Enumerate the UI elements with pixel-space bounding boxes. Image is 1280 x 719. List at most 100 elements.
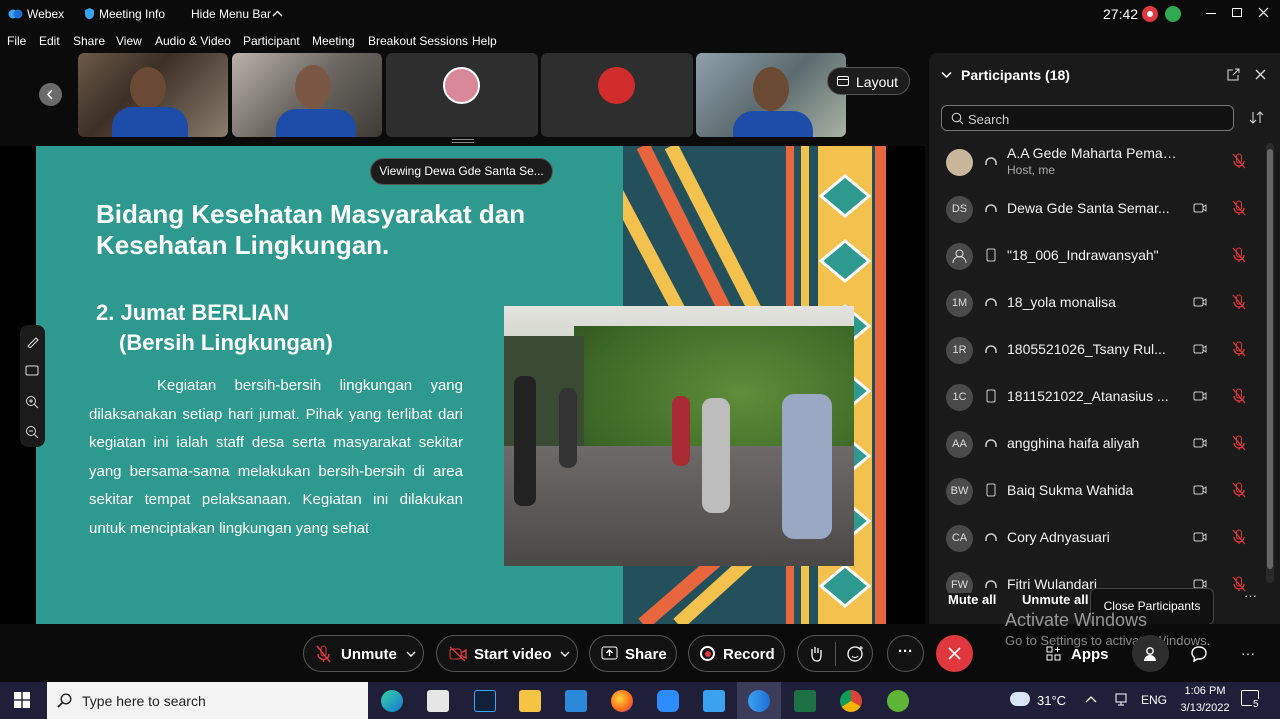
- mic-muted-icon[interactable]: [1232, 482, 1246, 498]
- menu-view[interactable]: View: [116, 34, 142, 48]
- participant-row[interactable]: 1C 1811521022_Atanasius ...: [929, 373, 1265, 420]
- webex-icon[interactable]: [748, 690, 770, 712]
- mic-muted-icon[interactable]: [1232, 247, 1246, 263]
- participant-row[interactable]: A.A Gede Maharta Pemayun Host, me: [929, 138, 1265, 185]
- excel-icon[interactable]: [794, 690, 816, 712]
- participant-search-input[interactable]: Search: [941, 105, 1234, 131]
- participant-row[interactable]: 1R 1805521026_Tsany Rul...: [929, 326, 1265, 373]
- screen-icon[interactable]: [25, 365, 39, 377]
- webex-meetings-icon[interactable]: [703, 690, 725, 712]
- more-options-icon[interactable]: ···: [1244, 588, 1257, 603]
- video-tile[interactable]: [386, 53, 538, 137]
- scrollbar[interactable]: [1266, 143, 1274, 583]
- layout-button[interactable]: Layout: [827, 67, 910, 95]
- close-window-icon[interactable]: [1258, 7, 1269, 18]
- menu-breakout-sessions[interactable]: Breakout Sessions: [368, 34, 468, 48]
- chevron-down-icon[interactable]: [941, 71, 952, 79]
- mic-muted-icon[interactable]: [1232, 435, 1246, 451]
- video-camera-icon[interactable]: [1193, 202, 1207, 214]
- raise-hand-icon[interactable]: [809, 645, 823, 663]
- participant-name: 1805521026_Tsany Rul...: [1007, 341, 1166, 357]
- network-icon[interactable]: [1114, 692, 1128, 706]
- mute-all-button[interactable]: Mute all: [948, 592, 996, 607]
- mic-muted-icon[interactable]: [1232, 341, 1246, 357]
- participant-name: Cory Adnyasuari: [1007, 529, 1110, 545]
- video-tile[interactable]: [541, 53, 693, 137]
- chevron-down-icon[interactable]: [406, 651, 416, 658]
- file-explorer-icon[interactable]: [519, 690, 541, 712]
- mic-muted-icon[interactable]: [1232, 294, 1246, 310]
- record-button[interactable]: Record: [688, 635, 785, 672]
- restore-icon[interactable]: [1232, 8, 1242, 17]
- participant-row[interactable]: "18_006_Indrawansyah": [929, 232, 1265, 279]
- mic-muted-icon[interactable]: [1232, 388, 1246, 404]
- unmute-button[interactable]: Unmute: [303, 635, 424, 672]
- mail-icon[interactable]: [565, 690, 587, 712]
- scroll-left-button[interactable]: [39, 83, 62, 106]
- pop-out-icon[interactable]: [1227, 68, 1240, 81]
- windows-start-icon[interactable]: [14, 692, 30, 708]
- video-camera-icon[interactable]: [1193, 343, 1207, 355]
- language-indicator[interactable]: ENG: [1141, 693, 1167, 707]
- zoom-in-icon[interactable]: [25, 395, 39, 409]
- photoshop-icon[interactable]: [474, 690, 496, 712]
- more-icon[interactable]: ···: [1241, 645, 1255, 661]
- participant-row[interactable]: BW Baiq Sukma Wahida: [929, 467, 1265, 514]
- video-camera-icon[interactable]: [1193, 437, 1207, 449]
- mic-muted-icon[interactable]: [1232, 529, 1246, 545]
- sort-icon[interactable]: [1249, 110, 1264, 125]
- more-options-button[interactable]: ···: [887, 635, 924, 672]
- chrome-icon[interactable]: [840, 690, 862, 712]
- chevron-up-icon[interactable]: [272, 10, 283, 17]
- mic-muted-icon[interactable]: [1232, 200, 1246, 216]
- menu-meeting[interactable]: Meeting: [312, 34, 355, 48]
- participant-row[interactable]: CA Cory Adnyasuari: [929, 514, 1265, 561]
- zoom-out-icon[interactable]: [25, 425, 39, 439]
- chat-icon[interactable]: [1190, 645, 1208, 663]
- pen-icon[interactable]: [26, 335, 39, 348]
- store-icon[interactable]: [427, 690, 449, 712]
- taskbar-time[interactable]: 1:06 PM: [1180, 685, 1230, 697]
- participant-row[interactable]: 1M 18_yola monalisa: [929, 279, 1265, 326]
- chevron-down-icon[interactable]: [560, 651, 570, 658]
- video-off-icon: [449, 646, 467, 662]
- app-icon[interactable]: [887, 690, 909, 712]
- video-tile[interactable]: [78, 53, 228, 137]
- participant-row[interactable]: AA angghina haifa aliyah: [929, 420, 1265, 467]
- video-camera-icon[interactable]: [1193, 484, 1207, 496]
- meeting-info-button[interactable]: Meeting Info: [99, 7, 165, 21]
- menu-participant[interactable]: Participant: [243, 34, 300, 48]
- video-camera-icon[interactable]: [1193, 296, 1207, 308]
- unmute-all-button[interactable]: Unmute all: [1022, 592, 1088, 607]
- video-tile[interactable]: [232, 53, 382, 137]
- reactions-icon[interactable]: [847, 645, 865, 663]
- hide-menu-bar-button[interactable]: Hide Menu Bar: [191, 7, 271, 21]
- chevron-up-icon[interactable]: [1085, 695, 1097, 703]
- firefox-icon[interactable]: [611, 690, 633, 712]
- menu-share[interactable]: Share: [73, 34, 105, 48]
- menu-edit[interactable]: Edit: [39, 34, 60, 48]
- video-tile[interactable]: [696, 53, 846, 137]
- apps-button[interactable]: Apps: [1044, 644, 1114, 666]
- edge-icon[interactable]: [381, 690, 403, 712]
- leave-meeting-button[interactable]: [936, 635, 973, 672]
- participant-row[interactable]: DS Dewa Gde Santa Semar...: [929, 185, 1265, 232]
- taskbar-search-input[interactable]: Type here to search: [47, 682, 368, 719]
- participants-toggle-button[interactable]: [1132, 635, 1169, 672]
- resize-handle[interactable]: [452, 139, 474, 143]
- mic-muted-icon[interactable]: [1232, 153, 1246, 169]
- start-video-button[interactable]: Start video: [436, 635, 578, 672]
- menu-audio-video[interactable]: Audio & Video: [155, 34, 231, 48]
- video-camera-icon[interactable]: [1193, 531, 1207, 543]
- video-camera-icon[interactable]: [1193, 390, 1207, 402]
- zoom-icon[interactable]: [657, 690, 679, 712]
- menu-help[interactable]: Help: [472, 34, 497, 48]
- taskbar-date[interactable]: 3/13/2022: [1175, 702, 1235, 714]
- close-icon[interactable]: [1255, 69, 1266, 80]
- scrollbar-thumb[interactable]: [1267, 149, 1273, 569]
- weather-icon[interactable]: [1010, 692, 1030, 706]
- weather-temp[interactable]: 31°C: [1037, 693, 1066, 708]
- share-button[interactable]: Share: [589, 635, 677, 672]
- minimize-icon[interactable]: [1206, 13, 1216, 14]
- menu-file[interactable]: File: [7, 34, 26, 48]
